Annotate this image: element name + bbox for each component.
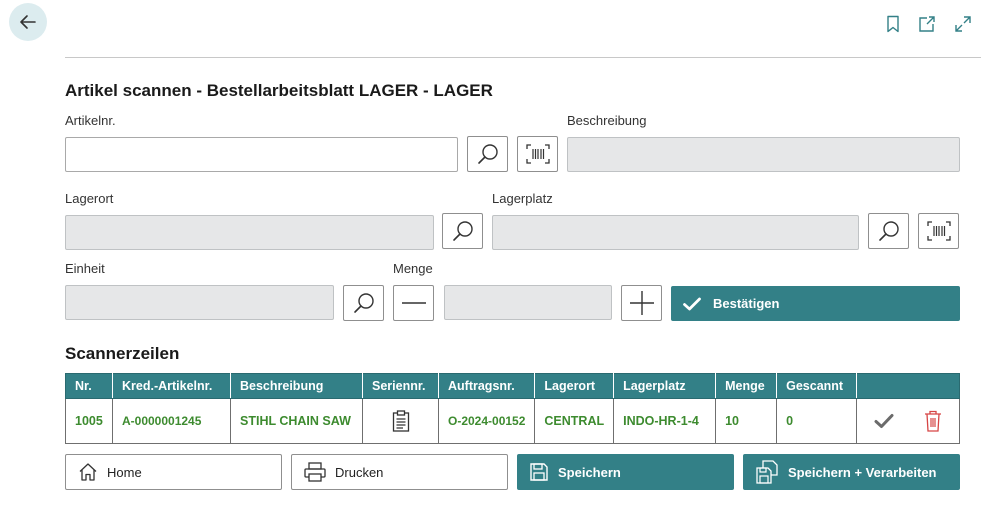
- column-header-auftragsnr: Auftragsnr.: [437, 373, 536, 399]
- printer-icon: [304, 462, 326, 482]
- page-title: Artikel scannen - Bestellarbeitsblatt LA…: [65, 81, 493, 100]
- column-header-lagerort: Lagerort: [534, 373, 615, 399]
- lagerplatz-input: [492, 215, 859, 250]
- search-icon: [477, 144, 498, 164]
- table-row[interactable]: 1005 A-0000001245 STIHL CHAIN SAW O-2024…: [65, 398, 960, 444]
- cell-lagerplatz: INDO-HR-1-4: [613, 398, 717, 444]
- cell-kred-artikelnr: A-0000001245: [112, 398, 231, 444]
- barcode-scan-icon: [926, 221, 951, 241]
- back-button[interactable]: [9, 3, 47, 41]
- confirm-row-button[interactable]: [874, 413, 894, 429]
- open-in-new-icon: [919, 16, 935, 32]
- artikelnr-barcode-button[interactable]: [517, 136, 558, 172]
- column-header-seriennr: Seriennr.: [362, 373, 439, 399]
- lagerort-label: Lagerort: [65, 191, 114, 206]
- open-new-window-button[interactable]: [916, 13, 938, 35]
- search-icon: [878, 221, 899, 241]
- home-icon: [78, 462, 98, 482]
- barcode-scan-icon: [525, 144, 550, 164]
- search-icon: [353, 293, 374, 313]
- lagerort-search-button[interactable]: [442, 213, 483, 249]
- scanner-lines-table: Nr. Kred.-Artikelnr. Beschreibung Serien…: [65, 373, 960, 444]
- cell-beschreibung: STIHL CHAIN SAW: [230, 398, 363, 444]
- cell-seriennr: [362, 398, 439, 444]
- column-header-nr: Nr.: [65, 373, 113, 399]
- menge-label: Menge: [393, 261, 433, 276]
- einheit-input: [65, 285, 334, 320]
- column-header-menge: Menge: [715, 373, 778, 399]
- clipboard-icon: [392, 410, 409, 432]
- table-header-row: Nr. Kred.-Artikelnr. Beschreibung Serien…: [65, 373, 960, 399]
- lagerort-input: [65, 215, 434, 250]
- trash-icon: [925, 410, 942, 432]
- beschreibung-input: [567, 137, 960, 172]
- column-header-lagerplatz: Lagerplatz: [613, 373, 717, 399]
- column-header-gescannt: Gescannt: [776, 373, 858, 399]
- lagerplatz-label: Lagerplatz: [492, 191, 553, 206]
- artikelnr-input[interactable]: [65, 137, 458, 172]
- menge-decrease-button[interactable]: [393, 285, 434, 321]
- search-icon: [452, 221, 473, 241]
- plus-icon: [629, 291, 654, 315]
- save-icon: [529, 462, 549, 482]
- arrow-left-icon: [20, 15, 36, 29]
- cell-gescannt: 0: [776, 398, 858, 444]
- einheit-search-button[interactable]: [343, 285, 384, 321]
- confirm-button-label: Bestätigen: [713, 296, 780, 311]
- column-header-actions: [856, 373, 960, 399]
- bookmark-icon: [887, 15, 899, 33]
- menge-increase-button[interactable]: [621, 285, 662, 321]
- bookmark-button[interactable]: [882, 13, 904, 35]
- print-button-label: Drucken: [335, 464, 384, 480]
- save-process-icon: [755, 460, 779, 484]
- scanner-lines-title: Scannerzeilen: [65, 344, 180, 363]
- lagerplatz-barcode-button[interactable]: [918, 213, 959, 249]
- beschreibung-label: Beschreibung: [567, 113, 647, 128]
- check-icon: [874, 414, 894, 428]
- artikelnr-search-button[interactable]: [467, 136, 508, 172]
- save-and-process-button-label: Speichern + Verarbeiten: [788, 464, 937, 480]
- cell-lagerort: CENTRAL: [534, 398, 615, 444]
- einheit-label: Einheit: [65, 261, 105, 276]
- save-button[interactable]: Speichern: [517, 454, 734, 490]
- cell-auftragsnr: O-2024-00152: [437, 398, 536, 444]
- delete-row-button[interactable]: [924, 410, 942, 432]
- expand-button[interactable]: [952, 13, 974, 35]
- home-button[interactable]: Home: [65, 454, 282, 490]
- print-button[interactable]: Drucken: [291, 454, 508, 490]
- save-button-label: Speichern: [558, 464, 621, 480]
- cell-nr: 1005: [65, 398, 113, 444]
- column-header-kred-artikelnr: Kred.-Artikelnr.: [112, 373, 231, 399]
- menge-input: [444, 285, 612, 320]
- check-icon: [683, 297, 701, 311]
- header-divider: [65, 57, 981, 58]
- artikelnr-label: Artikelnr.: [65, 113, 116, 128]
- lagerplatz-search-button[interactable]: [868, 213, 909, 249]
- column-header-beschreibung: Beschreibung: [230, 373, 363, 399]
- save-and-process-button[interactable]: Speichern + Verarbeiten: [743, 454, 960, 490]
- expand-icon: [955, 16, 971, 32]
- serial-numbers-button[interactable]: [372, 410, 429, 432]
- confirm-button[interactable]: Bestätigen: [671, 286, 960, 321]
- cell-menge: 10: [715, 398, 778, 444]
- minus-icon: [401, 302, 426, 304]
- cell-actions: [856, 398, 960, 444]
- home-button-label: Home: [107, 464, 142, 480]
